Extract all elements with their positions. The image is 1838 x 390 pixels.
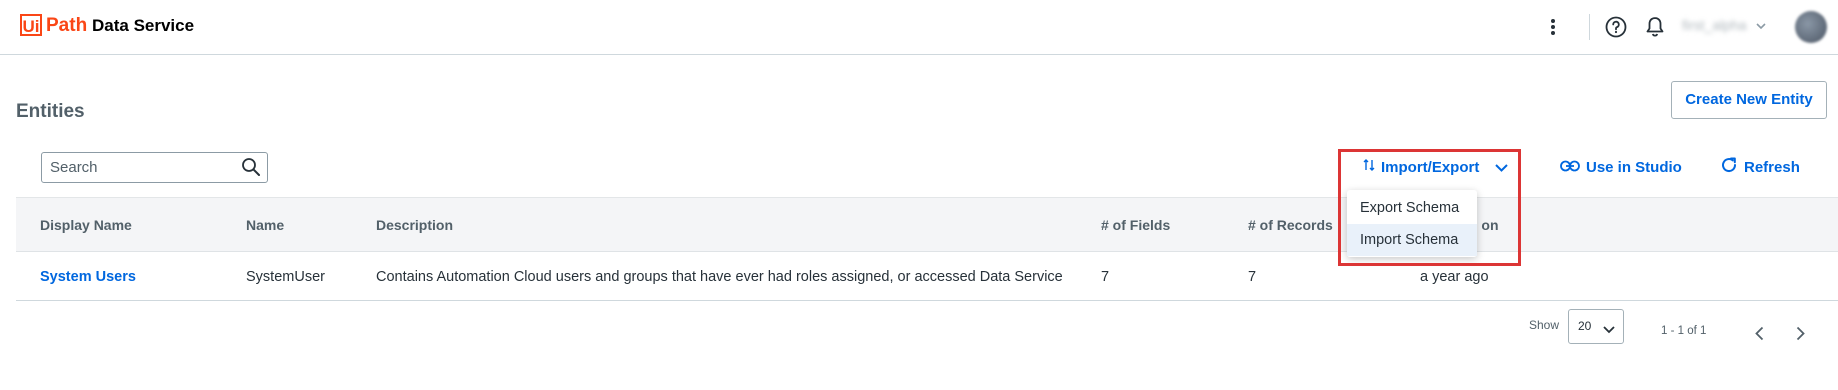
previous-page-icon[interactable] xyxy=(1752,324,1766,342)
link-icon xyxy=(1560,159,1580,176)
column-header-description[interactable]: Description xyxy=(376,217,453,233)
next-page-icon[interactable] xyxy=(1793,324,1807,342)
search-box xyxy=(41,152,268,183)
column-header-records[interactable]: # of Records xyxy=(1248,217,1333,233)
notifications-bell-icon[interactable] xyxy=(1643,15,1667,39)
header-divider xyxy=(1589,14,1590,40)
use-in-studio-label: Use in Studio xyxy=(1586,158,1682,176)
table-header xyxy=(16,197,1838,252)
page-size-select[interactable]: 20 xyxy=(1568,309,1624,344)
search-icon[interactable] xyxy=(241,157,261,182)
use-in-studio-button[interactable]: Use in Studio xyxy=(1560,156,1682,178)
refresh-button[interactable]: Refresh xyxy=(1720,156,1800,178)
cell-description: Contains Automation Cloud users and grou… xyxy=(376,269,1063,285)
column-header-display-name[interactable]: Display Name xyxy=(40,217,132,233)
page-range: 1 - 1 of 1 xyxy=(1661,325,1707,337)
app-name: Data Service xyxy=(92,16,195,35)
logo-ui[interactable]: Ui xyxy=(20,14,42,36)
more-options-icon[interactable] xyxy=(1546,16,1560,38)
refresh-icon xyxy=(1720,156,1738,178)
column-header-fields[interactable]: # of Fields xyxy=(1101,217,1170,233)
cell-display-name-link[interactable]: System Users xyxy=(40,269,136,285)
page-title: Entities xyxy=(16,101,85,122)
page-size-value: 20 xyxy=(1578,319,1592,333)
user-name[interactable]: first_alpha xyxy=(1682,17,1747,33)
highlight-annotation-box xyxy=(1338,149,1521,266)
help-icon[interactable] xyxy=(1604,15,1628,39)
top-header: Ui Path Data Service first_alpha xyxy=(0,0,1838,55)
avatar[interactable] xyxy=(1795,11,1827,43)
cell-fields: 7 xyxy=(1101,269,1110,285)
create-new-entity-button[interactable]: Create New Entity xyxy=(1671,81,1827,119)
column-header-name[interactable]: Name xyxy=(246,217,284,233)
user-menu-chevron-icon[interactable] xyxy=(1755,20,1767,32)
cell-records: 7 xyxy=(1248,269,1257,285)
logo-path[interactable]: Path xyxy=(46,15,87,37)
search-input[interactable] xyxy=(42,153,240,182)
cell-name: SystemUser xyxy=(246,269,325,285)
show-label: Show xyxy=(1529,318,1560,332)
chevron-down-icon xyxy=(1603,321,1615,339)
cell-modified: a year ago xyxy=(1420,269,1489,285)
refresh-label: Refresh xyxy=(1744,158,1800,176)
